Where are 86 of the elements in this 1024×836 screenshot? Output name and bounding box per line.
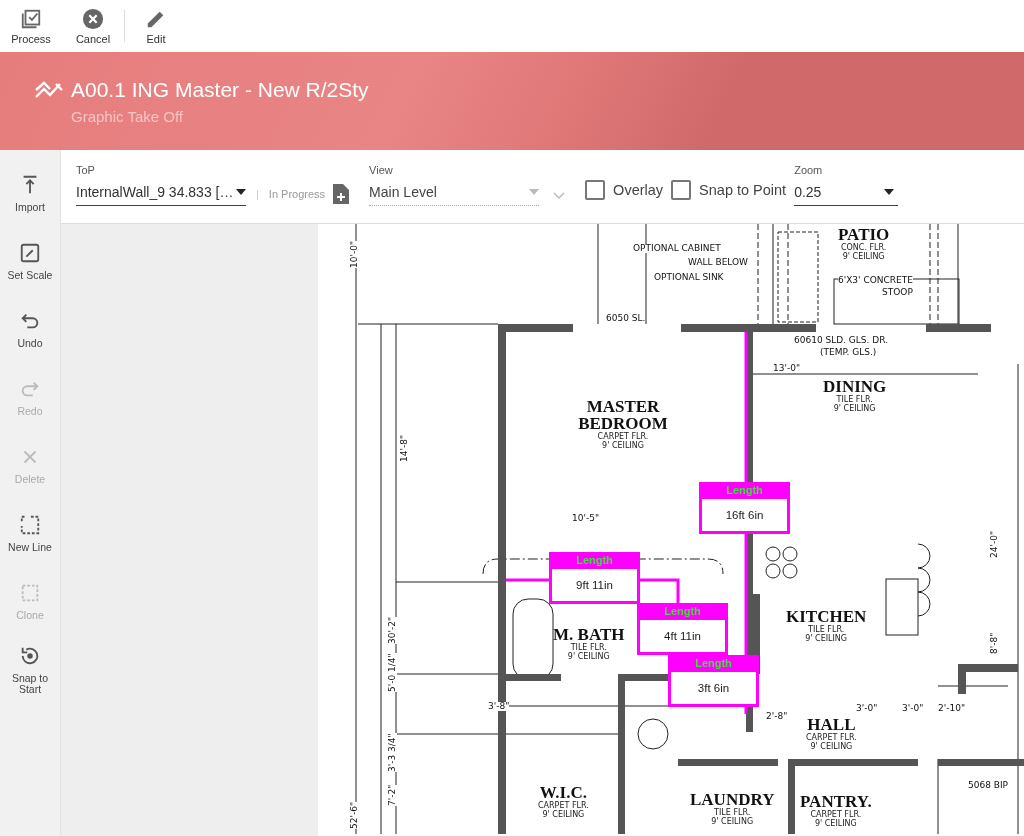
add-file-icon[interactable] — [333, 184, 350, 204]
page-title: A00.1 ING Master - New R/2Sty — [71, 77, 369, 102]
plan-annotation: 10'-0" — [350, 240, 359, 268]
room-name: LAUNDRY — [690, 791, 775, 808]
plan-annotation: 2'-10" — [938, 704, 966, 713]
plan-annotation: (TEMP. GLS.) — [820, 348, 877, 357]
status-text: In Progress — [268, 188, 326, 200]
sidebar-tool-button[interactable]: Import — [0, 160, 60, 228]
zoom-select[interactable]: 0.25 — [794, 178, 899, 206]
room-name: M. BATH — [553, 626, 625, 643]
room-ceiling: 9' CEILING — [842, 252, 885, 262]
room-ceiling: 9' CEILING — [805, 634, 848, 644]
page-subtitle: Graphic Take Off — [71, 107, 184, 125]
plan-annotation: 6050 SL. — [606, 314, 646, 323]
plan-annotation: 8'-8" — [990, 632, 999, 654]
checkbox-label: Overlay — [613, 182, 664, 198]
dropdown-caret-icon — [884, 188, 895, 195]
room-floor: CARPET FLR. — [597, 432, 649, 441]
separator-text: | — [256, 188, 259, 200]
plan-annotation: 3'-0" — [902, 704, 924, 713]
room-ceiling: 9' CEILING — [833, 404, 876, 414]
room-ceiling: 9' CEILING — [602, 441, 644, 451]
plan-annotation: 24'-0" — [990, 530, 999, 558]
checkbox[interactable] — [585, 180, 606, 200]
process-button[interactable]: Process — [0, 0, 62, 52]
room-ceiling: 9' CEILING — [810, 742, 853, 752]
dropdown-caret-icon — [236, 188, 246, 195]
length-callout[interactable]: Length 16ft 6in — [699, 482, 790, 534]
edit-button[interactable]: Edit — [125, 0, 187, 52]
plan-annotation: OPTIONAL SINK — [654, 273, 724, 282]
room-ceiling: 9' CEILING — [814, 819, 857, 829]
trend-line-icon — [35, 80, 63, 99]
top-select[interactable]: InternalWall_9 34.833 [… — [76, 178, 246, 206]
sidebar-tool-button[interactable]: New Line — [0, 500, 60, 568]
sidebar-tool-button[interactable]: Undo — [0, 296, 60, 364]
sidebar-tool-button[interactable]: Set Scale — [0, 228, 60, 296]
dropdown-caret-icon — [529, 188, 540, 195]
field-label: Zoom — [794, 164, 824, 178]
plan-annotation: WALL BELOW — [688, 258, 748, 267]
length-callout[interactable]: Length 3ft 6in — [668, 655, 759, 707]
check-stack-icon — [20, 7, 42, 30]
plan-annotation: 52'-6" — [350, 801, 359, 829]
room-name: KITCHEN — [786, 608, 867, 625]
plan-annotation: 60610 SLD. GLS. DR. — [794, 336, 889, 345]
plan-annotation: 3'-0" — [856, 704, 878, 713]
plan-annotation: OPTIONAL CABINET — [633, 244, 721, 253]
plan-annotation: 6'X3' CONCRETE — [838, 276, 913, 285]
field-label: View — [369, 164, 394, 178]
room-floor: TILE FLR. — [808, 625, 845, 634]
close-icon — [82, 7, 104, 30]
room-floor: CARPET FLR. — [538, 801, 589, 810]
plan-annotation: 2'-8" — [766, 712, 788, 721]
room-floor: TILE FLR. — [836, 395, 873, 404]
room-name: W.I.C. — [539, 784, 587, 801]
plan-annotation: STOOP — [882, 288, 913, 297]
checkbox[interactable] — [671, 180, 692, 200]
plan-annotation: 14'-8" — [400, 434, 409, 462]
cancel-button[interactable]: Cancel — [62, 0, 124, 52]
plan-annotation: 7'-2" — [388, 784, 397, 806]
room-floor: CARPET FLR. — [806, 733, 857, 742]
room-ceiling: 9' CEILING — [567, 652, 610, 662]
room-name: HALL — [807, 716, 856, 733]
rotate-dot-icon — [19, 645, 41, 667]
plan-annotation: 30'-2" — [388, 616, 397, 644]
ruler-square-icon — [19, 242, 41, 265]
room-floor: CARPET FLR. — [810, 810, 862, 819]
length-callout[interactable]: Length 4ft 11in — [637, 603, 728, 655]
checkbox-label: Snap to Point — [699, 182, 787, 198]
plan-annotation: 5068 BIP — [968, 781, 1009, 790]
plan-annotation: 13'-0" — [773, 364, 801, 373]
plan-annotation: 3'-3 3/4" — [388, 733, 397, 772]
room-name: PANTRY. — [800, 793, 872, 810]
room-name: PATIO — [838, 226, 890, 243]
room-name: MASTER BEDROOM — [577, 398, 669, 432]
plan-annotation: 10'-5" — [572, 514, 600, 523]
room-ceiling: 9' CEILING — [711, 817, 754, 827]
room-floor: TILE FLR. — [570, 643, 607, 652]
room-name: DINING — [823, 378, 887, 395]
field-label: ToP — [76, 164, 96, 178]
plan-annotation: 5'-0 1/4" — [388, 653, 397, 692]
room-floor: TILE FLR. — [714, 808, 751, 817]
length-callout[interactable]: Length 9ft 11in — [549, 552, 640, 604]
sidebar-tool-button[interactable]: Snap to Start — [0, 636, 60, 704]
plan-annotation: 3'-8" — [488, 702, 510, 711]
room-floor: CONC. FLR. — [840, 243, 887, 252]
room-ceiling: 9' CEILING — [542, 810, 585, 820]
